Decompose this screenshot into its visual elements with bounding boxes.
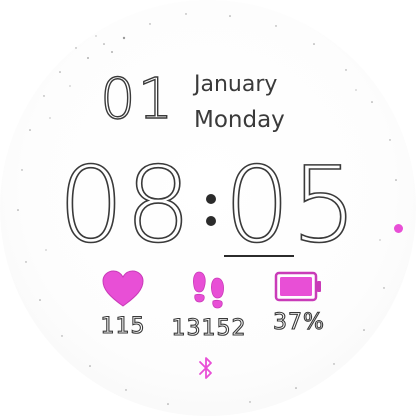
- colon-dot-bottom: [206, 216, 216, 226]
- day-number: 01: [99, 67, 176, 132]
- battery-value: 37%: [272, 309, 325, 335]
- page-indicator-dot: [394, 224, 403, 233]
- battery-complication[interactable]: 37%: [254, 270, 344, 336]
- heart-rate-complication[interactable]: 115: [78, 270, 168, 340]
- steps-complication[interactable]: 13152: [164, 270, 254, 342]
- month-name: January: [194, 72, 278, 97]
- time-minutes: 05: [223, 144, 359, 266]
- heart-icon: [102, 270, 144, 307]
- minute-underline: [224, 255, 294, 257]
- time-colon: [202, 150, 222, 260]
- battery-icon: [274, 271, 321, 302]
- footprints-icon: [193, 271, 224, 309]
- heart-rate-value: 115: [100, 313, 146, 339]
- digital-time: 08 05: [57, 144, 378, 266]
- battery-fill: [280, 277, 312, 296]
- time-hours: 08: [57, 144, 193, 266]
- steps-value: 13152: [171, 315, 247, 341]
- weekday-name: Monday: [194, 107, 285, 133]
- colon-dot-top: [206, 194, 216, 204]
- bluetooth-icon: [199, 357, 212, 379]
